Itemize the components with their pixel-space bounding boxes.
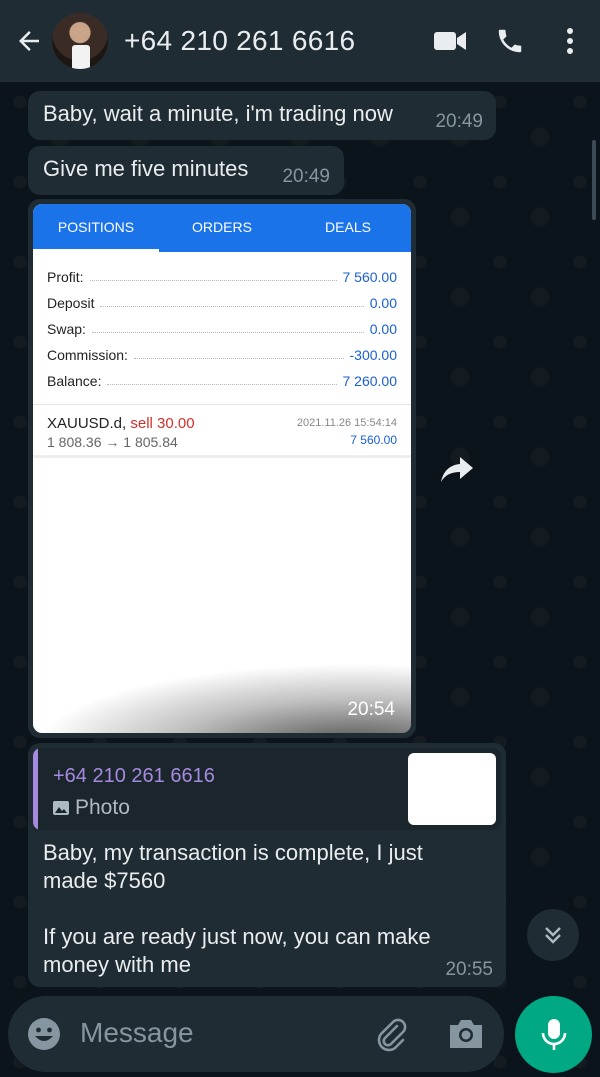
summary-value: 0.00 (369, 295, 397, 311)
emoji-icon[interactable] (26, 1016, 62, 1052)
message-bubble[interactable]: +64 210 261 6616 Photo Baby, my transact… (28, 743, 506, 987)
message-bubble[interactable]: Give me five minutes 20:49 (28, 146, 344, 195)
message-time: 20:55 (445, 959, 493, 980)
attach-icon[interactable] (373, 1016, 409, 1052)
chat-header: +64 210 261 6616 (0, 0, 600, 82)
quoted-thumbnail (408, 753, 496, 825)
divider (33, 455, 411, 458)
message-text: Baby, my transaction is complete, I just… (43, 840, 431, 977)
summary-row: Balance: 7 260.00 (47, 368, 397, 394)
photo-icon (53, 801, 69, 815)
account-summary: Profit: 7 560.00 Deposit 0.00 Swap: 0.00… (33, 252, 411, 394)
quoted-message[interactable]: +64 210 261 6616 Photo (33, 748, 501, 830)
message-text: Baby, wait a minute, i'm trading now (43, 101, 393, 126)
summary-row: Swap: 0.00 (47, 316, 397, 342)
forward-icon (441, 457, 473, 482)
summary-value: 7 260.00 (342, 373, 398, 389)
back-button[interactable] (8, 20, 50, 62)
voice-call-button[interactable] (480, 11, 540, 71)
summary-label: Commission: (47, 347, 128, 363)
double-chevron-down-icon (545, 927, 561, 944)
trade-profit: 7 560.00 (350, 433, 397, 447)
summary-value: 0.00 (369, 321, 397, 337)
scroll-to-bottom-button[interactable] (527, 909, 579, 961)
contact-name[interactable]: +64 210 261 6616 (124, 25, 355, 57)
summary-label: Balance: (47, 373, 102, 389)
summary-row: Deposit 0.00 (47, 290, 397, 316)
videocam-icon (434, 32, 466, 50)
summary-value: 7 560.00 (342, 269, 398, 285)
message-time: 20:49 (282, 166, 330, 187)
menu-button[interactable] (540, 11, 600, 71)
voice-message-button[interactable] (515, 996, 592, 1073)
message-time: 20:49 (435, 111, 483, 132)
message-input[interactable]: Message (80, 1017, 194, 1049)
image-shadow (33, 663, 411, 733)
trade-position: XAUUSD.d, sell 30.00 1 808.36 → 1 805.84… (33, 405, 411, 455)
microphone-icon (541, 1018, 566, 1050)
trading-screenshot[interactable]: POSITIONS ORDERS DEALS Profit: 7 560.00 … (33, 204, 411, 733)
summary-row: Commission: -300.00 (47, 342, 397, 368)
tab-deals: DEALS (325, 219, 371, 235)
trade-side: sell 30.00 (130, 415, 195, 432)
trade-tabs: POSITIONS ORDERS DEALS (33, 204, 411, 252)
trade-prices: 1 808.36 → 1 805.84 (47, 434, 178, 450)
quoted-sender: +64 210 261 6616 (53, 765, 215, 787)
summary-label: Profit: (47, 269, 84, 285)
summary-row: Profit: 7 560.00 (47, 264, 397, 290)
trade-datetime: 2021.11.26 15:54:14 (296, 417, 397, 429)
forward-button[interactable] (434, 446, 480, 492)
quote-bar (33, 748, 38, 830)
message-composer: Message (8, 996, 504, 1072)
message-bubble[interactable]: Baby, wait a minute, i'm trading now 20:… (28, 91, 496, 140)
image-message[interactable]: POSITIONS ORDERS DEALS Profit: 7 560.00 … (28, 199, 416, 738)
phone-icon (498, 29, 522, 53)
camera-icon[interactable] (446, 1016, 486, 1052)
avatar[interactable] (52, 13, 108, 69)
message-time: 20:54 (347, 699, 395, 720)
summary-value: -300.00 (349, 347, 397, 363)
video-call-button[interactable] (420, 11, 480, 71)
arrow-left-icon (19, 31, 39, 51)
message-text: Give me five minutes (43, 156, 249, 181)
tab-orders: ORDERS (192, 219, 252, 235)
summary-label: Deposit (47, 295, 95, 311)
scrollbar[interactable] (592, 140, 596, 220)
summary-label: Swap: (47, 321, 86, 337)
quoted-type: Photo (75, 796, 130, 819)
more-vertical-icon (567, 28, 573, 54)
tab-positions: POSITIONS (33, 204, 159, 252)
trade-symbol: XAUUSD.d, (47, 415, 127, 432)
